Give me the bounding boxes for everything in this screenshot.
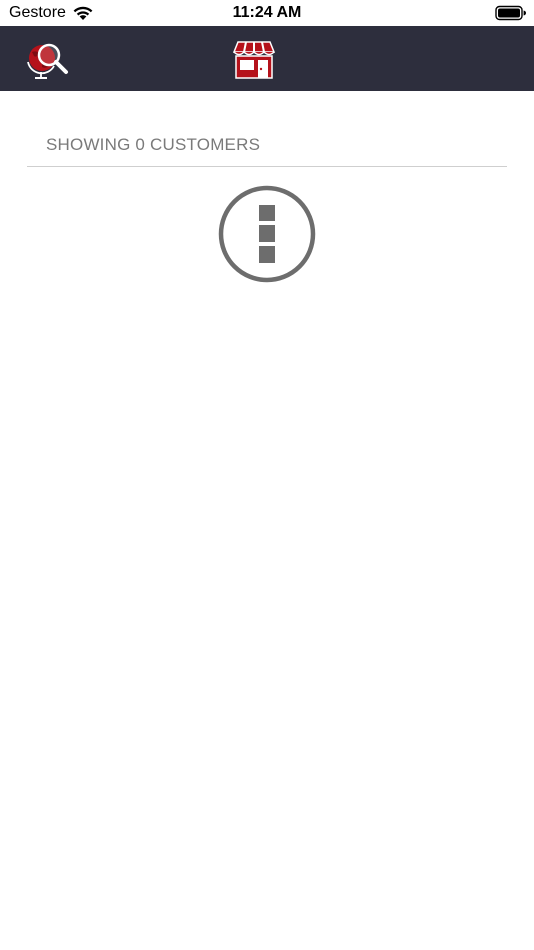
- alert-icon: [218, 185, 316, 283]
- store-icon: [232, 41, 276, 79]
- status-bar: Gestore 11:24 AM: [0, 0, 534, 26]
- battery-icon: [495, 5, 526, 21]
- store-button[interactable]: [230, 38, 278, 82]
- divider: [27, 166, 507, 167]
- globe-search-icon: [27, 43, 68, 79]
- customer-count-label: SHOWING 0 CUSTOMERS: [46, 135, 261, 154]
- navigation-bar: [0, 26, 534, 91]
- status-time: 11:24 AM: [232, 4, 302, 21]
- customer-search-button[interactable]: [24, 38, 72, 82]
